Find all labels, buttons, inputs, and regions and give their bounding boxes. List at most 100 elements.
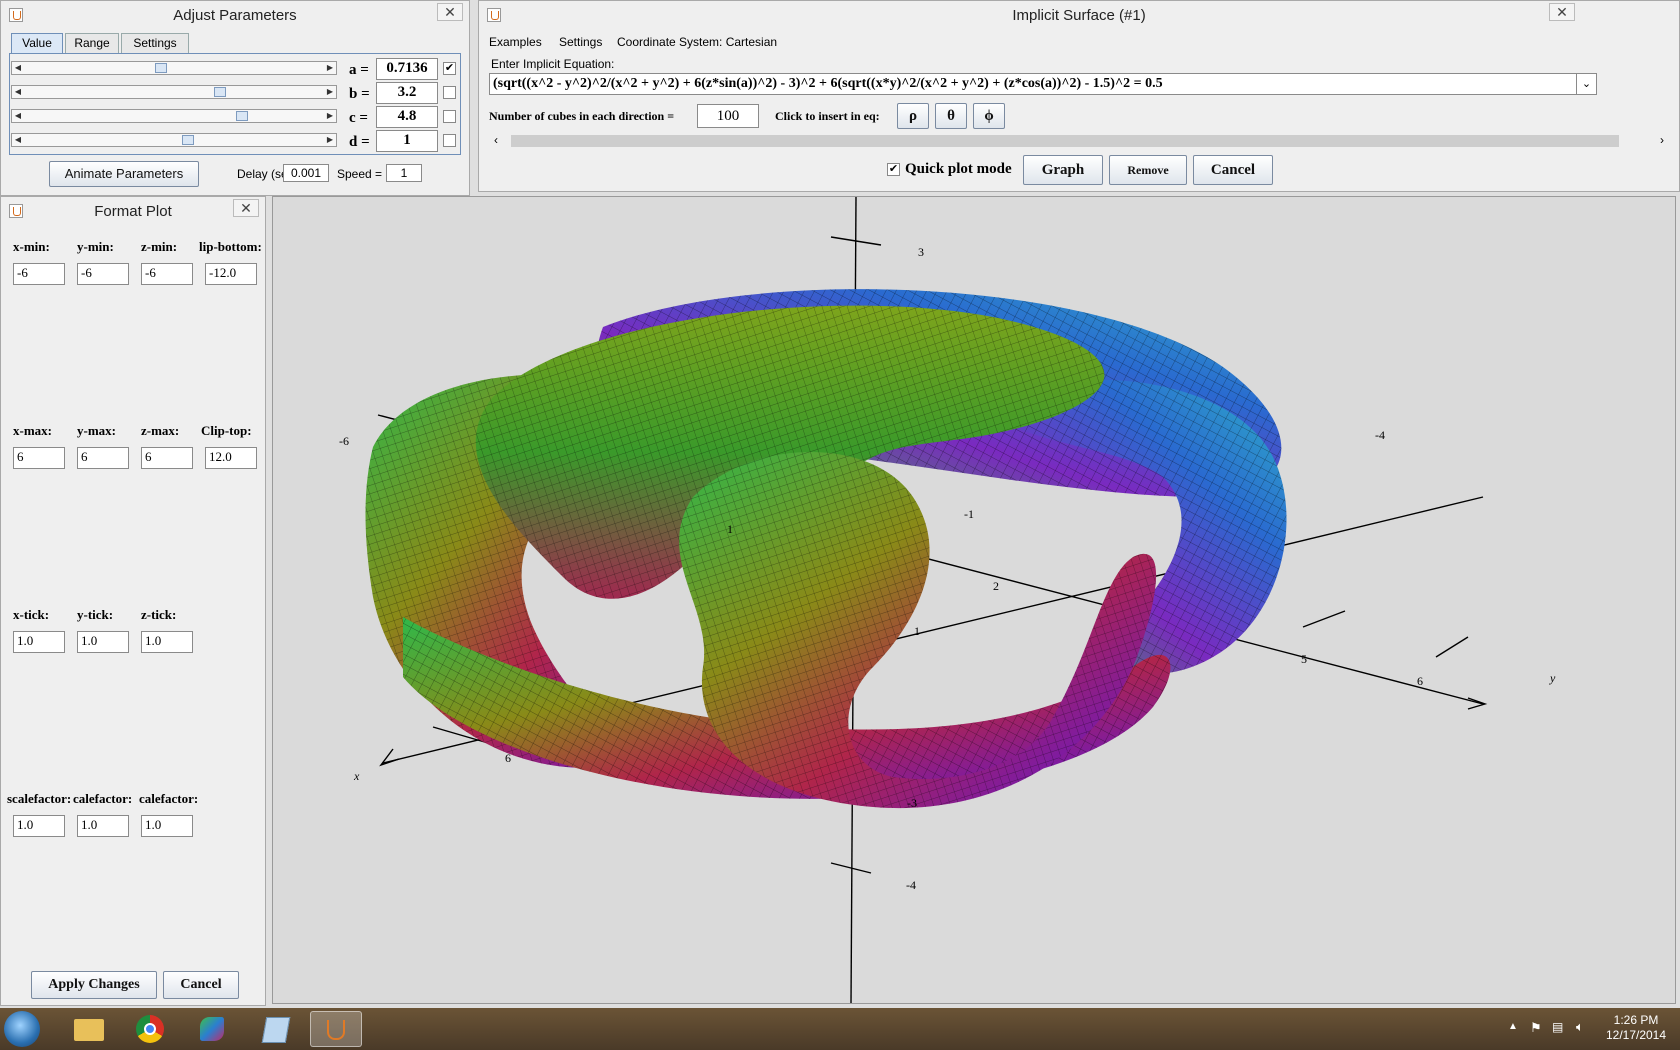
adjust-titlebar[interactable]: Adjust Parameters ✕ <box>1 1 469 29</box>
y-min-label: y-min: <box>77 239 114 254</box>
tab-range[interactable]: Range <box>65 33 119 53</box>
x-scalefactor-input[interactable]: 1.0 <box>13 815 65 837</box>
close-icon[interactable]: ✕ <box>233 199 259 217</box>
param-d-label: d = <box>349 134 370 150</box>
x-min-input[interactable]: -6 <box>13 263 65 285</box>
chevron-down-icon: ⌄ <box>1581 78 1592 90</box>
param-b-input[interactable]: 3.2 <box>376 82 438 104</box>
z-max-label: z-max: <box>141 423 180 438</box>
axis-label: 1 <box>727 522 733 536</box>
arrow-right-icon[interactable]: ▶ <box>324 62 336 74</box>
x-max-input[interactable]: 6 <box>13 447 65 469</box>
speed-input[interactable]: 1 <box>386 164 422 182</box>
menu-settings[interactable]: Settings <box>559 35 602 49</box>
param-a-checkbox[interactable]: ✔ <box>443 62 456 75</box>
param-c-checkbox[interactable] <box>443 110 456 123</box>
y-tick-label: y-tick: <box>77 607 114 622</box>
clip-bottom-input[interactable]: -12.0 <box>205 263 257 285</box>
y-scalefactor-input[interactable]: 1.0 <box>77 815 129 837</box>
x-tick-input[interactable]: 1.0 <box>13 631 65 653</box>
z-min-label: z-min: <box>141 239 178 254</box>
slider-thumb[interactable] <box>236 111 248 121</box>
arrow-left-icon[interactable]: ◀ <box>12 110 24 122</box>
tray-show-hidden-icon[interactable]: ▲ <box>1508 1021 1518 1032</box>
scroll-thumb[interactable] <box>511 135 1619 147</box>
quick-plot-label: Quick plot mode <box>905 161 1012 177</box>
volume-icon[interactable]: 🔈︎ <box>1576 1019 1584 1035</box>
scroll-right-icon[interactable]: › <box>1655 133 1669 147</box>
insert-theta-button[interactable]: θ <box>935 103 967 129</box>
close-icon[interactable]: ✕ <box>437 3 463 21</box>
slider-thumb[interactable] <box>155 63 167 73</box>
slider-thumb[interactable] <box>214 87 226 97</box>
arrow-left-icon[interactable]: ◀ <box>12 86 24 98</box>
arrow-right-icon[interactable]: ▶ <box>324 86 336 98</box>
x-scalefactor-label: scalefactor: <box>7 791 72 806</box>
format-plot-window: Format Plot ✕ x-min: y-min: z-min: lip-b… <box>0 196 266 1006</box>
horizontal-scrollbar[interactable]: ‹ › <box>489 133 1669 147</box>
z-scalefactor-input[interactable]: 1.0 <box>141 815 193 837</box>
animate-parameters-button[interactable]: Animate Parameters <box>49 161 199 187</box>
implicit-titlebar[interactable]: Implicit Surface (#1) ✕ <box>479 1 1679 29</box>
axis-label: 6 <box>1417 674 1423 688</box>
clip-top-input[interactable]: 12.0 <box>205 447 257 469</box>
tab-settings[interactable]: Settings <box>121 33 189 53</box>
start-orb-icon[interactable] <box>4 1011 40 1047</box>
y-tick-input[interactable]: 1.0 <box>77 631 129 653</box>
slider-b[interactable]: ◀ ▶ <box>11 85 337 99</box>
clock[interactable]: 1:26 PM 12/17/2014 <box>1604 1013 1668 1043</box>
apply-changes-button[interactable]: Apply Changes <box>31 971 157 999</box>
java-icon[interactable] <box>310 1011 362 1047</box>
remove-button[interactable]: Remove <box>1109 155 1187 185</box>
axis-label: 3 <box>918 245 924 259</box>
format-titlebar[interactable]: Format Plot ✕ <box>1 197 265 225</box>
slider-d[interactable]: ◀ ▶ <box>11 133 337 147</box>
arrow-right-icon[interactable]: ▶ <box>324 134 336 146</box>
y-min-input[interactable]: -6 <box>77 263 129 285</box>
flag-icon[interactable]: ⚑ <box>1530 1020 1542 1036</box>
quick-plot-checkbox[interactable]: ✔ <box>887 163 900 176</box>
arrow-left-icon[interactable]: ◀ <box>12 62 24 74</box>
network-icon[interactable]: ▤ <box>1552 1020 1563 1034</box>
menu-examples[interactable]: Examples <box>489 35 542 49</box>
z-min-input[interactable]: -6 <box>141 263 193 285</box>
arrow-right-icon[interactable]: ▶ <box>324 110 336 122</box>
slider-c[interactable]: ◀ ▶ <box>11 109 337 123</box>
app-3d-icon[interactable] <box>186 1011 238 1047</box>
graph-button[interactable]: Graph <box>1023 155 1103 185</box>
cubes-input[interactable]: 100 <box>697 104 759 128</box>
param-d-checkbox[interactable] <box>443 134 456 147</box>
param-b-checkbox[interactable] <box>443 86 456 99</box>
param-a-input[interactable]: 0.7136 <box>376 58 438 80</box>
close-icon[interactable]: ✕ <box>1549 3 1575 21</box>
axis-label: 5 <box>1301 652 1307 666</box>
adjust-title: Adjust Parameters <box>173 7 297 24</box>
x-max-label: x-max: <box>13 423 52 438</box>
cancel-button[interactable]: Cancel <box>1193 155 1273 185</box>
slider-a[interactable]: ◀ ▶ <box>11 61 337 75</box>
y-max-input[interactable]: 6 <box>77 447 129 469</box>
chrome-icon[interactable] <box>124 1011 176 1047</box>
format-cancel-button[interactable]: Cancel <box>163 971 239 999</box>
axis-label: -4 <box>1375 428 1385 442</box>
insert-phi-button[interactable]: ϕ <box>973 103 1005 129</box>
scroll-left-icon[interactable]: ‹ <box>489 133 503 147</box>
implicit-surface-window: Implicit Surface (#1) ✕ Examples Setting… <box>478 0 1680 192</box>
notepad-icon[interactable] <box>248 1011 300 1047</box>
param-c-input[interactable]: 4.8 <box>376 106 438 128</box>
delay-input[interactable]: 0.001 <box>283 164 329 182</box>
surface-plot[interactable] <box>273 197 1676 1004</box>
z-max-input[interactable]: 6 <box>141 447 193 469</box>
file-explorer-icon[interactable] <box>62 1011 114 1047</box>
z-tick-input[interactable]: 1.0 <box>141 631 193 653</box>
arrow-left-icon[interactable]: ◀ <box>12 134 24 146</box>
param-d-input[interactable]: 1 <box>376 130 438 152</box>
slider-thumb[interactable] <box>182 135 194 145</box>
plot-canvas[interactable]: 3 -6 -4 -1 1 2 1 5 6 y 6 x -3 -4 <box>272 196 1676 1004</box>
insert-rho-button[interactable]: ρ <box>897 103 929 129</box>
tab-value[interactable]: Value <box>11 33 63 53</box>
z-tick-label: z-tick: <box>141 607 177 622</box>
equation-input[interactable]: (sqrt((x^2 - y^2)^2/(x^2 + y^2) + 6(z*si… <box>489 73 1577 95</box>
equation-dropdown[interactable]: ⌄ <box>1577 73 1597 95</box>
menu-coordinate-system[interactable]: Coordinate System: Cartesian <box>617 35 777 49</box>
